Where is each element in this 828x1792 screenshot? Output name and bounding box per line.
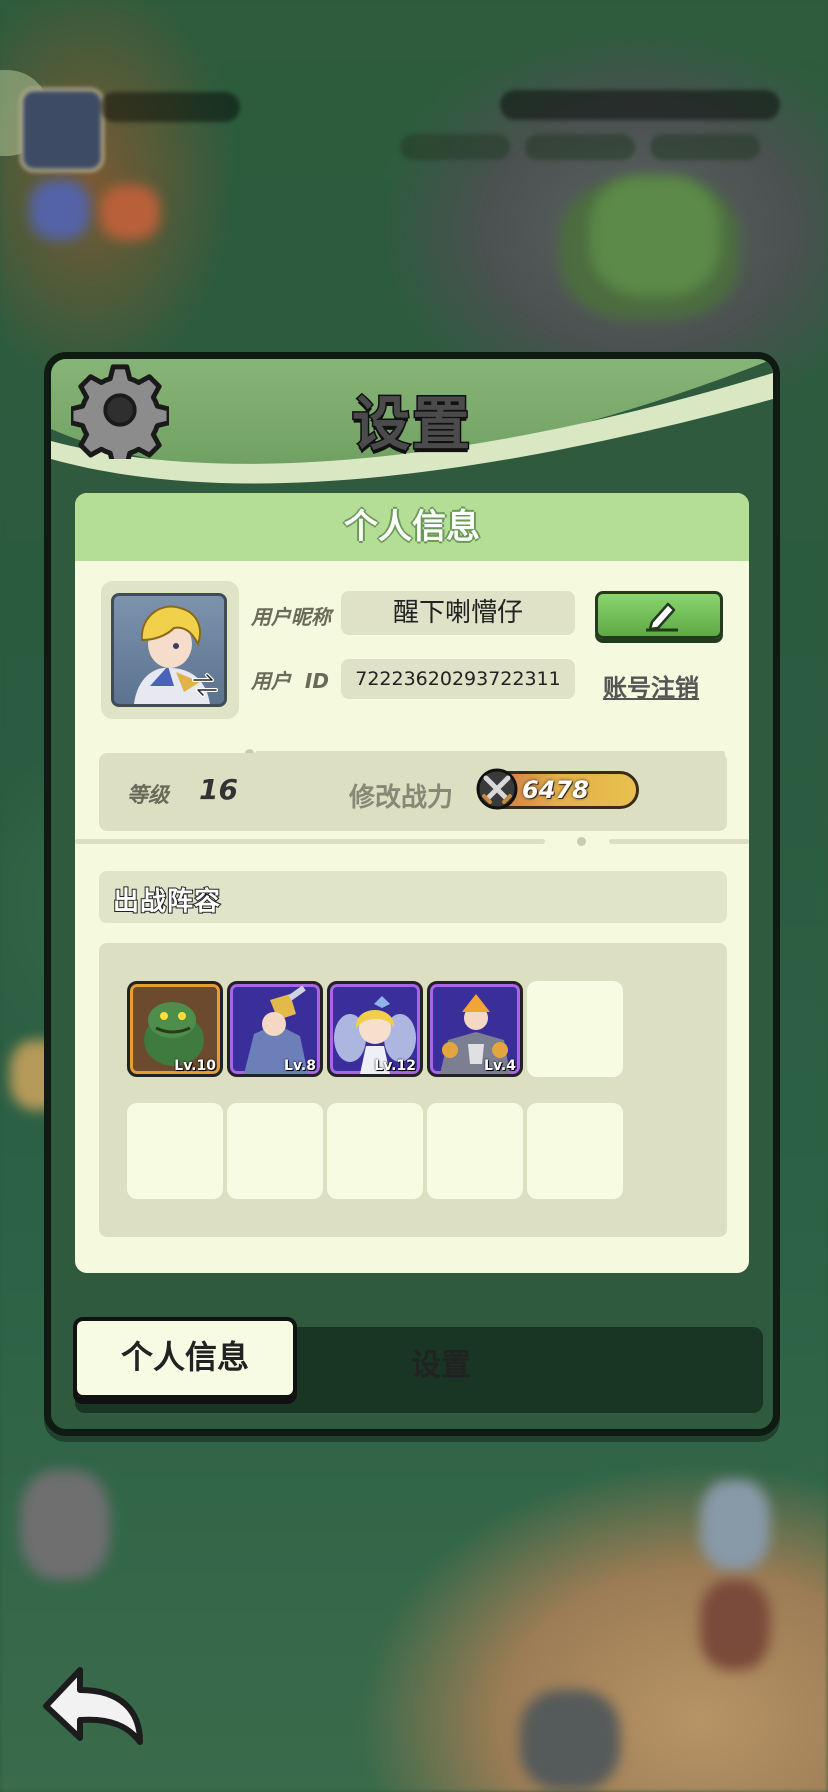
hero-slot[interactable]: Lv.4 xyxy=(427,981,523,1077)
modify-power-label[interactable]: 修改战力 xyxy=(349,777,453,814)
cancel-account-link[interactable]: 账号注销 xyxy=(603,668,699,703)
empty-hero-slot[interactable] xyxy=(327,1103,423,1199)
lineup-header: 出战阵容 xyxy=(99,871,727,923)
avatar-frame[interactable] xyxy=(101,581,239,719)
divider-dot xyxy=(577,837,586,846)
hero-level: Lv.8 xyxy=(284,1058,316,1074)
divider xyxy=(609,839,749,844)
divider xyxy=(75,839,545,844)
stats-row: 等级 16 修改战力 6478 xyxy=(99,753,727,831)
hud-resource-pill xyxy=(525,134,635,160)
edit-nickname-button[interactable] xyxy=(595,591,723,639)
level-label: 等级 xyxy=(127,783,169,807)
power-value: 6478 xyxy=(522,776,589,804)
tab-personal-info[interactable]: 个人信息 xyxy=(73,1317,297,1399)
switch-arrow-icon[interactable] xyxy=(190,670,220,700)
modal-title: 设置 xyxy=(350,389,472,460)
panel-title: 个人信息 xyxy=(75,493,749,561)
hero-level: Lv.12 xyxy=(374,1058,416,1074)
modal-header: 设置 xyxy=(51,359,773,489)
level-value: 16 xyxy=(199,773,238,806)
back-arrow-icon[interactable] xyxy=(40,1660,150,1750)
hero-level: Lv.4 xyxy=(484,1058,516,1074)
user-id-value: 72223620293722311 xyxy=(341,659,575,699)
hero-slot[interactable]: Lv.10 xyxy=(127,981,223,1077)
avatar[interactable] xyxy=(111,593,227,707)
empty-hero-slot[interactable] xyxy=(427,1103,523,1199)
hero-slot[interactable]: Lv.8 xyxy=(227,981,323,1077)
personal-info-panel: 个人信息 用户昵称 醒下喇懵仔 用户 ID 72223620293722311 … xyxy=(75,493,749,1273)
crossed-swords-icon xyxy=(476,768,518,810)
user-id-label: 用户 ID xyxy=(251,669,329,693)
lineup-title: 出战阵容 xyxy=(112,886,222,918)
hud-resource-pill xyxy=(400,134,510,160)
hud-name-bar xyxy=(100,92,240,122)
empty-hero-slot[interactable] xyxy=(527,981,623,1077)
lineup-grid: Lv.10 Lv.8 Lv.12 Lv.4 xyxy=(99,943,727,1237)
hud-resource-pill xyxy=(650,134,760,160)
nickname-value: 醒下喇懵仔 xyxy=(341,591,575,635)
top-hud xyxy=(0,60,828,172)
hud-avatar xyxy=(20,88,104,172)
power-badge: 6478 xyxy=(476,768,639,810)
hero-level: Lv.10 xyxy=(174,1058,216,1074)
empty-hero-slot[interactable] xyxy=(127,1103,223,1199)
empty-hero-slot[interactable] xyxy=(527,1103,623,1199)
settings-modal: 设置 个人信息 用户昵称 醒下喇懵仔 用户 ID 722236202937223… xyxy=(44,352,780,1436)
hero-slot[interactable]: Lv.12 xyxy=(327,981,423,1077)
pencil-icon xyxy=(646,602,678,632)
hud-currency-bar xyxy=(500,90,780,120)
nickname-label: 用户昵称 xyxy=(251,605,331,629)
empty-hero-slot[interactable] xyxy=(227,1103,323,1199)
tab-settings[interactable]: 设置 xyxy=(341,1331,541,1401)
